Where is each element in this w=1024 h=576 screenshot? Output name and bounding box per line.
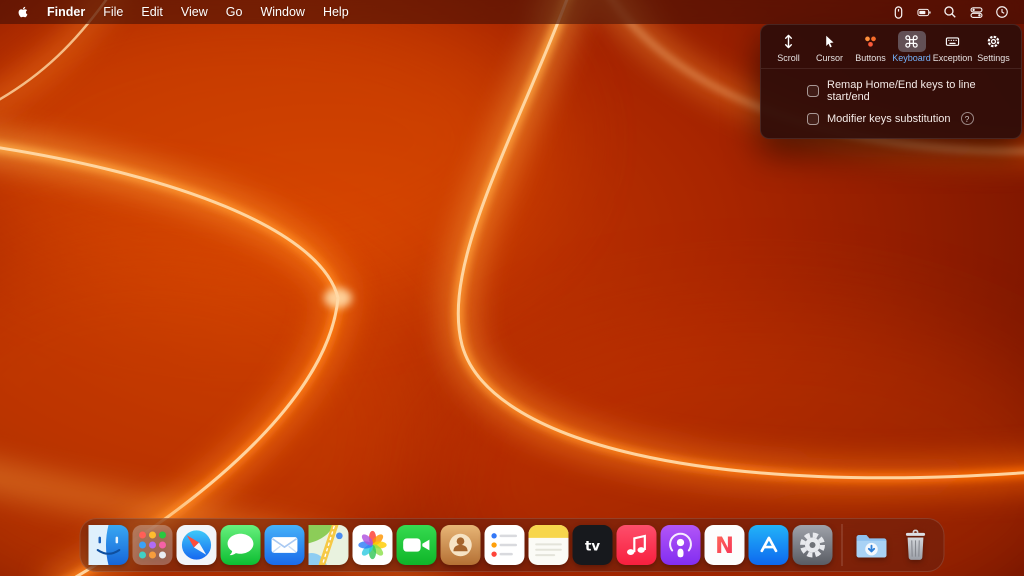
tab-settings[interactable]: Settings <box>973 31 1014 63</box>
dock-item-messages[interactable] <box>221 525 261 565</box>
dock-item-finder[interactable] <box>89 525 129 565</box>
reminders-icon <box>485 525 525 565</box>
dock-item-trash[interactable] <box>896 525 936 565</box>
svg-text:N: N <box>715 533 734 559</box>
help-icon[interactable]: ? <box>961 112 974 125</box>
dock-item-system-settings[interactable] <box>793 525 833 565</box>
menu-bar-left: Finder File Edit View Go Window Help <box>10 0 358 24</box>
dock-item-music[interactable] <box>617 525 657 565</box>
mail-icon <box>265 525 305 565</box>
photos-icon <box>353 525 393 565</box>
mouse-status-icon[interactable] <box>886 0 910 24</box>
tv-icon: tv <box>573 525 613 565</box>
tab-exception[interactable]: Exception <box>932 31 973 63</box>
messages-icon <box>221 525 261 565</box>
tab-buttons[interactable]: Buttons <box>850 31 891 63</box>
scroll-icon <box>775 31 803 52</box>
command-icon <box>898 31 926 52</box>
tab-label: Cursor <box>816 53 843 63</box>
remap-home-end-checkbox[interactable] <box>807 85 819 97</box>
menu-finder[interactable]: Finder <box>38 0 94 24</box>
apple-logo-icon <box>16 5 30 19</box>
tab-label: Scroll <box>777 53 800 63</box>
mouse-settings-popover: Scroll Cursor Buttons <box>760 24 1022 139</box>
menu-file[interactable]: File <box>94 0 132 24</box>
modifier-substitution-row[interactable]: Modifier keys substitution ? <box>807 112 1011 125</box>
svg-text:tv: tv <box>585 539 600 554</box>
control-center-icon[interactable] <box>964 0 988 24</box>
dock-item-facetime[interactable] <box>397 525 437 565</box>
launchpad-icon <box>133 525 173 565</box>
downloads-folder-icon <box>852 525 892 565</box>
modifier-substitution-checkbox[interactable] <box>807 113 819 125</box>
menu-bar-status <box>886 0 1014 24</box>
dock-item-photos[interactable] <box>353 525 393 565</box>
menu-help[interactable]: Help <box>314 0 358 24</box>
music-icon <box>617 525 657 565</box>
menu-bar: Finder File Edit View Go Window Help <box>0 0 1024 24</box>
app-store-icon <box>749 525 789 565</box>
dock-item-safari[interactable] <box>177 525 217 565</box>
menu-view[interactable]: View <box>172 0 217 24</box>
dock-item-contacts[interactable] <box>441 525 481 565</box>
dock-item-maps[interactable] <box>309 525 349 565</box>
system-settings-icon <box>793 525 833 565</box>
apple-menu[interactable] <box>10 5 38 19</box>
tab-label: Settings <box>977 53 1010 63</box>
tab-keyboard[interactable]: Keyboard <box>891 31 932 63</box>
facetime-icon <box>397 525 437 565</box>
dock-item-news[interactable]: N <box>705 525 745 565</box>
dock-item-podcasts[interactable] <box>661 525 701 565</box>
keyboard-icon <box>939 31 967 52</box>
tab-cursor[interactable]: Cursor <box>809 31 850 63</box>
cursor-icon <box>816 31 844 52</box>
tab-label: Buttons <box>855 53 886 63</box>
dock-item-app-store[interactable] <box>749 525 789 565</box>
dock-item-downloads[interactable] <box>852 525 892 565</box>
checkbox-label: Remap Home/End keys to line start/end <box>827 79 1011 103</box>
podcasts-icon <box>661 525 701 565</box>
search-icon[interactable] <box>938 0 962 24</box>
tab-label: Exception <box>933 53 973 63</box>
remap-home-end-row[interactable]: Remap Home/End keys to line start/end <box>807 79 1011 103</box>
safari-icon <box>177 525 217 565</box>
dock: tv N <box>80 518 945 572</box>
popover-options: Remap Home/End keys to line start/end Mo… <box>761 69 1021 138</box>
dock-item-notes[interactable] <box>529 525 569 565</box>
dock-item-tv[interactable]: tv <box>573 525 613 565</box>
dock-item-mail[interactable] <box>265 525 305 565</box>
dock-item-launchpad[interactable] <box>133 525 173 565</box>
finder-icon <box>89 525 129 565</box>
news-icon: N <box>705 525 745 565</box>
menu-edit[interactable]: Edit <box>132 0 172 24</box>
menu-window[interactable]: Window <box>251 0 313 24</box>
dock-separator <box>842 524 843 566</box>
trash-icon <box>896 525 936 565</box>
gear-icon <box>980 31 1008 52</box>
mouse-buttons-icon <box>857 31 885 52</box>
popover-tabs: Scroll Cursor Buttons <box>761 25 1021 69</box>
checkbox-label: Modifier keys substitution <box>827 113 951 125</box>
tab-label: Keyboard <box>892 53 931 63</box>
tab-scroll[interactable]: Scroll <box>768 31 809 63</box>
contacts-icon <box>441 525 481 565</box>
clock-icon[interactable] <box>990 0 1014 24</box>
notes-icon <box>529 525 569 565</box>
dock-item-reminders[interactable] <box>485 525 525 565</box>
maps-icon <box>309 525 349 565</box>
menu-go[interactable]: Go <box>217 0 252 24</box>
battery-icon[interactable] <box>912 0 936 24</box>
